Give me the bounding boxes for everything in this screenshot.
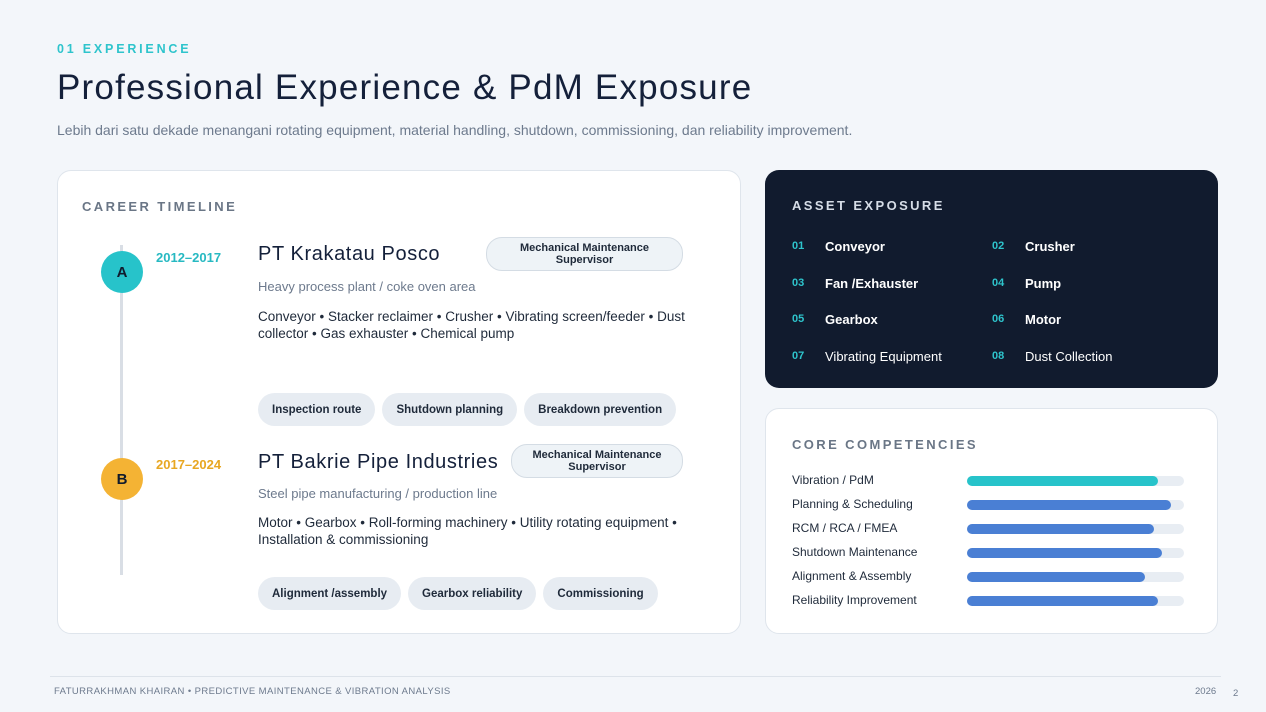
page-subtitle: Lebih dari satu dekade menangani rotatin… (57, 122, 853, 138)
competency-bar-track (967, 548, 1184, 558)
role-badge: Mechanical Maintenance Supervisor (486, 237, 683, 271)
competency-bar-track (967, 572, 1184, 582)
skill-tag: Commissioning (543, 577, 658, 610)
asset-number: 03 (792, 276, 805, 289)
competency-label: Vibration / PdM (792, 473, 874, 487)
competency-label: RCM / RCA / FMEA (792, 521, 898, 535)
skill-tags: Inspection route Shutdown planning Break… (258, 393, 677, 426)
company-description: Heavy process plant / coke oven area (258, 279, 476, 294)
competency-bar-track (967, 500, 1184, 510)
page-number: 2 (1233, 688, 1239, 699)
competency-label: Shutdown Maintenance (792, 545, 918, 559)
skill-tags: Alignment /assembly Gearbox reliability … (258, 577, 658, 610)
core-competencies-heading: CORE COMPETENCIES (792, 437, 978, 452)
asset-number: 01 (792, 240, 805, 252)
competency-bar-fill (967, 572, 1145, 582)
asset-list: Motor • Gearbox • Roll-forming machinery… (258, 515, 677, 547)
asset-number: 04 (992, 276, 1005, 289)
company-name: PT Bakrie Pipe Industries (258, 451, 499, 473)
career-timeline-card: CAREER TIMELINE A 2012–2017 PT Krakatau … (57, 170, 741, 634)
asset-name: Motor (1025, 312, 1062, 327)
competency-bar-fill (967, 500, 1171, 510)
timeline-marker-b: B (101, 458, 143, 500)
skill-tag: Gearbox reliability (408, 577, 537, 610)
page-title: Professional Experience & PdM Exposure (57, 68, 753, 107)
asset-name: Vibrating Equipment (825, 348, 942, 364)
competency-bar-fill (967, 476, 1158, 486)
asset-number: 02 (992, 240, 1005, 252)
competency-bar-track (967, 524, 1184, 534)
competency-bar-track (967, 596, 1184, 606)
skill-tag: Inspection route (258, 393, 376, 426)
timeline-period: 2017–2024 (156, 457, 222, 472)
career-timeline-heading: CAREER TIMELINE (82, 199, 238, 214)
timeline-period: 2012–2017 (156, 250, 222, 265)
asset-number: 08 (992, 349, 1005, 362)
company-description: Steel pipe manufacturing / production li… (258, 486, 498, 501)
competency-bar-track (967, 476, 1184, 486)
competency-label: Reliability Improvement (792, 593, 917, 607)
asset-number: 06 (992, 313, 1005, 325)
asset-name: Pump (1025, 275, 1062, 291)
skill-tag: Breakdown prevention (524, 393, 677, 426)
asset-name: Fan /Exhauster (825, 275, 919, 291)
asset-name: Crusher (1025, 239, 1075, 254)
section-kicker: 01 EXPERIENCE (57, 42, 192, 56)
asset-number: 05 (792, 313, 805, 325)
competency-label: Planning & Scheduling (792, 497, 913, 511)
timeline-line (120, 245, 123, 575)
asset-exposure-heading: ASSET EXPOSURE (792, 198, 945, 213)
asset-number: 07 (792, 349, 805, 362)
role-badge: Mechanical Maintenance Supervisor (511, 444, 683, 478)
footer-divider (50, 676, 1221, 677)
asset-name: Conveyor (825, 239, 885, 254)
asset-list: Conveyor • Stacker reclaimer • Crusher •… (258, 309, 685, 341)
company-name: PT Krakatau Posco (258, 243, 441, 265)
footer-year: 2026 (1195, 686, 1217, 697)
asset-name: Gearbox (825, 312, 878, 327)
competency-bar-fill (967, 524, 1154, 534)
timeline-marker-a: A (101, 251, 143, 293)
competency-bar-fill (967, 596, 1158, 606)
skill-tag: Alignment /assembly (258, 577, 402, 610)
core-competencies-card: CORE COMPETENCIES Vibration / PdM Plannin… (765, 408, 1218, 634)
footer-author: FATURRAKHMAN KHAIRAN • PREDICTIVE MAINTE… (54, 686, 451, 697)
asset-exposure-card: ASSET EXPOSURE 01 Conveyor 02 Crusher 03 Fan … (765, 170, 1218, 388)
skill-tag: Shutdown planning (382, 393, 518, 426)
competency-bar-fill (967, 548, 1163, 558)
competency-label: Alignment & Assembly (792, 569, 912, 583)
asset-name: Dust Collection (1025, 348, 1113, 364)
